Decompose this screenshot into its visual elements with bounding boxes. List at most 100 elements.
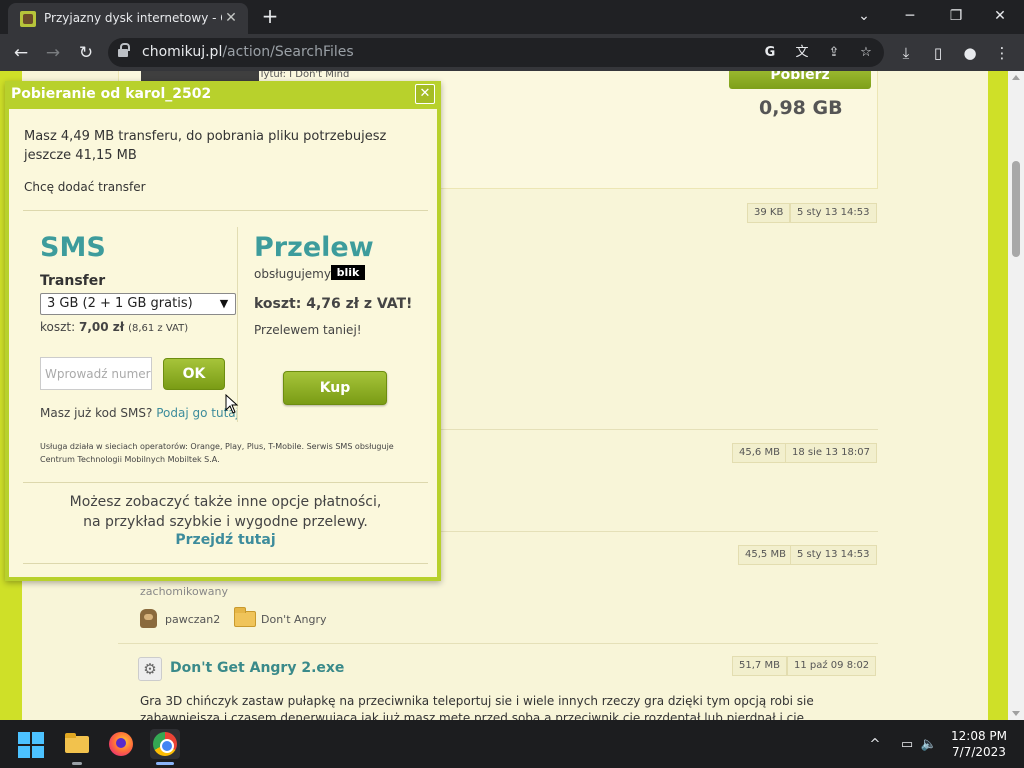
firefox-icon[interactable] (106, 729, 136, 759)
active-app-indicator (156, 762, 174, 765)
browser-tab[interactable]: Przyjazny dysk internetowy - Chomikuj.pl… (8, 3, 248, 34)
blik-logo: blik (331, 265, 365, 280)
tab-search-icon[interactable]: ⌄ (842, 4, 886, 28)
sms-ok-button[interactable]: OK (163, 358, 225, 390)
transfer-select-value: 3 GB (2 + 1 GB gratis) (47, 296, 193, 311)
have-code-text: Masz już kod SMS? Podaj go tutaj (40, 406, 239, 420)
tab-title: Przyjazny dysk internetowy - Chomikuj.pl (44, 11, 222, 25)
sms-cost-value: 7,00 zł (79, 320, 125, 334)
folder-icon[interactable] (234, 607, 256, 627)
bookmark-star-icon[interactable]: ☆ (856, 43, 876, 63)
file-thumbnail (141, 71, 259, 81)
other-options-line-1: Możesz zobaczyć także inne opcje płatnoś… (69, 494, 382, 510)
file-size-badge: 51,7 MB (732, 656, 787, 676)
other-options-line-2: na przykład szybkie i wygodne przelewy. (83, 514, 368, 530)
dialog-divider (23, 210, 428, 211)
browser-toolbar: ← → ↻ chomikuj.pl/action/SearchFiles G 文… (0, 34, 1024, 71)
file-size-badge: 45,5 MB (738, 545, 793, 565)
dialog-close-button[interactable]: ✕ (415, 84, 435, 104)
transfer-label: Transfer (40, 273, 106, 289)
exe-file-icon: ⚙ (138, 657, 162, 681)
clock-time: 12:08 PM (951, 729, 1007, 743)
side-panel-icon[interactable]: ▯ (927, 42, 949, 64)
volume-icon[interactable]: 🔈 (918, 734, 940, 756)
url-text[interactable]: chomikuj.pl/action/SearchFiles (142, 44, 354, 60)
folder-link[interactable]: Don't Angry (261, 613, 327, 626)
file-size-badge: 39 KB (747, 203, 791, 223)
address-bar[interactable]: chomikuj.pl/action/SearchFiles G 文 ⇪ ☆ (108, 38, 884, 67)
scroll-up-arrow-icon[interactable] (1012, 75, 1020, 80)
network-icon[interactable]: ▭ (896, 734, 918, 756)
taskbar: ^ ▭ 🔈 12:08 PM 7/7/2023 (0, 720, 1024, 768)
browser-tab-strip: Przyjazny dysk internetowy - Chomikuj.pl… (0, 0, 1024, 34)
back-button[interactable]: ← (8, 40, 34, 66)
page-scrollbar[interactable] (1008, 71, 1024, 720)
download-button[interactable]: Pobierz (729, 71, 871, 89)
running-indicator (72, 762, 82, 765)
bank-transfer-note: Przelewem taniej! (254, 323, 362, 337)
file-size-badge: 45,6 MB (732, 443, 787, 463)
transfer-package-select[interactable]: 3 GB (2 + 1 GB gratis) ▼ (40, 293, 236, 315)
file-date-badge: 5 sty 13 14:53 (790, 545, 877, 565)
start-menu-icon[interactable] (18, 732, 44, 758)
minimize-button[interactable]: ─ (888, 4, 932, 28)
dialog-header: Pobieranie od karol_2502 ✕ (5, 81, 441, 109)
sms-cost: koszt: 7,00 zł (8,61 z VAT) (40, 320, 188, 334)
url-domain: chomikuj.pl (142, 44, 223, 60)
sms-cost-vat: (8,61 z VAT) (128, 323, 189, 334)
add-transfer-heading: Chcę dodać transfer (24, 180, 146, 194)
download-icon[interactable]: ⤓ (895, 42, 917, 64)
dialog-divider (23, 482, 428, 483)
operators-note: Usługa działa w sieciach operatorów: Ora… (40, 442, 394, 464)
file-title-link[interactable]: Don't Get Angry 2.exe (170, 660, 344, 676)
reload-button[interactable]: ↻ (73, 40, 99, 66)
buy-button[interactable]: Kup (283, 371, 387, 405)
column-divider (237, 227, 238, 422)
google-icon[interactable]: G (760, 43, 780, 63)
clock-date: 7/7/2023 (952, 745, 1006, 759)
dialog-divider (23, 563, 428, 564)
file-caption: Tytuł: I Don't Mind (259, 71, 350, 80)
window-close-button[interactable]: ✕ (978, 4, 1022, 28)
new-tab-button[interactable]: + (258, 6, 282, 28)
browser-menu-icon[interactable]: ⋮ (991, 42, 1013, 64)
chrome-icon[interactable] (150, 729, 180, 759)
translate-icon[interactable]: 文 (792, 43, 812, 63)
dialog-title: Pobieranie od karol_2502 (11, 86, 212, 102)
supported-label: obsługujemy (254, 267, 331, 281)
status-text: zachomikowany (140, 585, 228, 598)
file-date-badge: 11 paź 09 8:02 (787, 656, 877, 676)
username-link[interactable]: pawczan2 (165, 613, 220, 626)
file-date-badge: 5 sty 13 14:53 (790, 203, 877, 223)
share-icon[interactable]: ⇪ (824, 43, 844, 63)
user-avatar[interactable] (140, 609, 157, 628)
chevron-down-icon: ▼ (219, 297, 229, 310)
file-description: Gra 3D chińczyk zastaw pułapkę na przeci… (140, 694, 814, 720)
file-date-badge: 18 sie 13 18:07 (785, 443, 877, 463)
have-code-label: Masz już kod SMS? (40, 406, 153, 420)
other-payment-options-text: Możesz zobaczyć także inne opcje płatnoś… (23, 492, 428, 532)
tab-close-icon[interactable]: ✕ (222, 9, 240, 27)
transfer-info: Masz 4,49 MB transferu, do pobrania plik… (24, 129, 387, 163)
scrollbar-thumb[interactable] (1012, 161, 1020, 257)
forward-button[interactable]: → (40, 40, 66, 66)
download-dialog: Pobieranie od karol_2502 ✕ Masz 4,49 MB … (5, 81, 441, 581)
show-hidden-icons-chevron-icon[interactable]: ^ (864, 734, 886, 756)
bank-transfer-heading: Przelew (254, 232, 374, 263)
file-size: 0,98 GB (759, 97, 843, 119)
sms-number-input[interactable]: Wprowadź numer (40, 357, 152, 390)
row-divider (118, 643, 878, 644)
profile-icon[interactable]: ● (959, 42, 981, 64)
file-explorer-icon[interactable] (62, 729, 92, 759)
site-favicon-icon (20, 11, 36, 27)
scroll-down-arrow-icon[interactable] (1012, 711, 1020, 716)
lock-icon[interactable] (118, 43, 130, 58)
mouse-cursor-icon (225, 394, 239, 414)
bank-transfer-cost: koszt: 4,76 zł z VAT! (254, 296, 413, 312)
maximize-button[interactable]: ❐ (934, 4, 978, 28)
system-clock[interactable]: 12:08 PM 7/7/2023 (944, 728, 1014, 760)
sms-cost-label: koszt: (40, 320, 76, 334)
sms-heading: SMS (40, 232, 106, 263)
other-payment-link[interactable]: Przejdź tutaj (23, 532, 428, 548)
url-path: /action/SearchFiles (222, 44, 354, 60)
